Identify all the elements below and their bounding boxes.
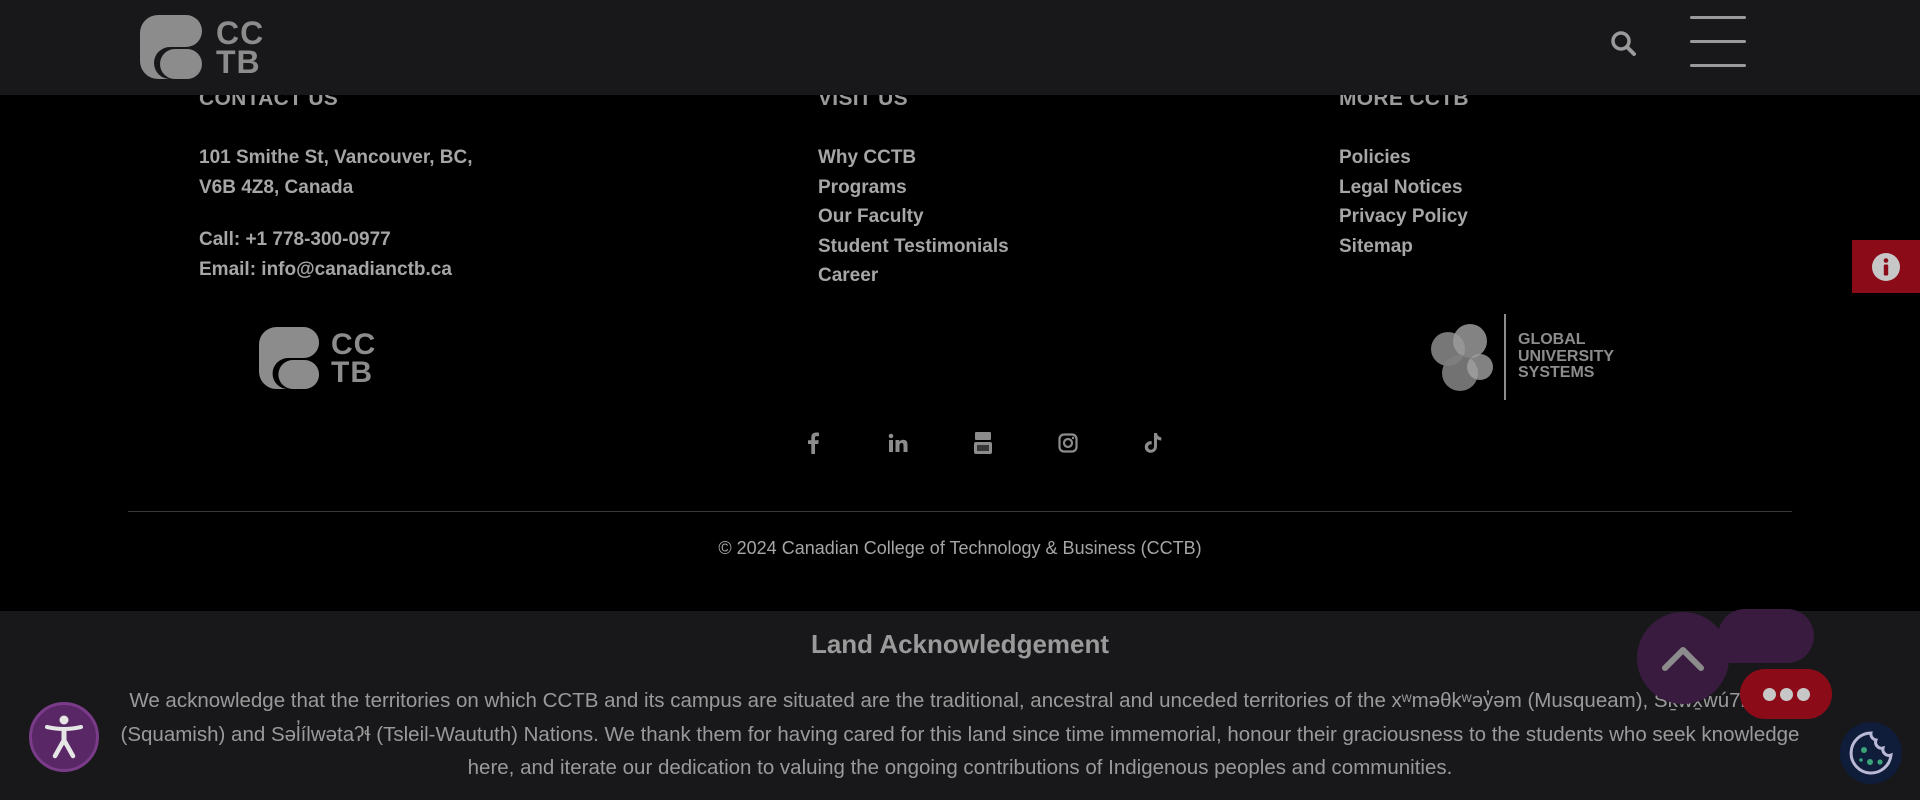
link-sitemap[interactable]: Sitemap [1339, 232, 1468, 262]
cookie-settings-button[interactable] [1840, 722, 1902, 784]
copyright-text: © 2024 Canadian College of Technology & … [718, 538, 1202, 558]
footer-logo-text-bottom: TB [331, 356, 373, 389]
info-tab-button[interactable] [1852, 240, 1920, 293]
chat-dot-icon [1762, 687, 1776, 701]
address-line-1: 101 Smithe St, Vancouver, BC, [199, 147, 473, 168]
social-links [770, 428, 1195, 458]
land-acknowledgement-title: Land Acknowledgement [810, 629, 1110, 659]
cctb-logo-mark [140, 15, 202, 79]
accessibility-button[interactable] [29, 702, 99, 772]
link-policies[interactable]: Policies [1339, 143, 1468, 173]
accessibility-icon [45, 715, 83, 759]
link-student-testimonials[interactable]: Student Testimonials [818, 232, 1009, 262]
land-acknowledgement-text: We acknowledge that the territories on w… [120, 689, 1800, 779]
land-acknowledgement-section: Land Acknowledgement We acknowledge that… [0, 611, 1920, 800]
link-career[interactable]: Career [818, 261, 1009, 291]
gus-text-line2: UNIVERSITY [1518, 347, 1615, 365]
site-footer: CONTACT US 101 Smithe St, Vancouver, BC,… [0, 87, 1920, 611]
gus-text-line1: GLOBAL [1518, 331, 1586, 349]
link-privacy-policy[interactable]: Privacy Policy [1339, 202, 1468, 232]
youtube-icon[interactable] [940, 428, 1025, 458]
phone-link[interactable]: Call: +1 778-300-0977 [199, 225, 473, 255]
address-line-2: V6B 4Z8, Canada [199, 176, 354, 198]
email-link[interactable]: Email: info@canadianctb.ca [199, 255, 473, 285]
link-legal-notices[interactable]: Legal Notices [1339, 173, 1468, 203]
gus-logo[interactable]: GLOBAL UNIVERSITY SYSTEMS [1428, 314, 1614, 400]
tiktok-icon[interactable] [1110, 428, 1195, 458]
link-our-faculty[interactable]: Our Faculty [818, 202, 1009, 232]
search-icon[interactable] [1610, 30, 1638, 58]
link-programs[interactable]: Programs [818, 173, 1009, 203]
instagram-icon[interactable] [1025, 428, 1110, 458]
top-navigation-bar: CC TB [0, 0, 1920, 95]
gus-divider [1504, 314, 1506, 400]
logo-text-bottom: TB [216, 44, 261, 80]
gus-text-line3: SYSTEMS [1518, 364, 1595, 382]
cookie-icon [1849, 731, 1893, 775]
footer-cctb-logo[interactable]: CC TB [259, 325, 376, 393]
chat-button[interactable] [1740, 669, 1832, 719]
footer-divider [128, 511, 1792, 512]
chat-dot-icon [1796, 687, 1810, 701]
chevron-up-icon [1662, 647, 1704, 671]
chat-bubble-decoration [1718, 609, 1814, 663]
linkedin-icon[interactable] [855, 428, 940, 458]
footer-logo-text-top: CC [331, 328, 377, 362]
link-why-cctb[interactable]: Why CCTB [818, 143, 1009, 173]
chat-dot-icon [1779, 687, 1793, 701]
info-icon [1872, 252, 1900, 281]
cctb-logo[interactable]: CC TB [140, 13, 264, 83]
gus-logo-mark [1431, 324, 1493, 391]
hamburger-menu-icon[interactable] [1690, 16, 1746, 68]
footer-logo-mark [259, 327, 320, 390]
facebook-icon[interactable] [770, 428, 855, 458]
scroll-to-top-button[interactable] [1637, 612, 1729, 704]
